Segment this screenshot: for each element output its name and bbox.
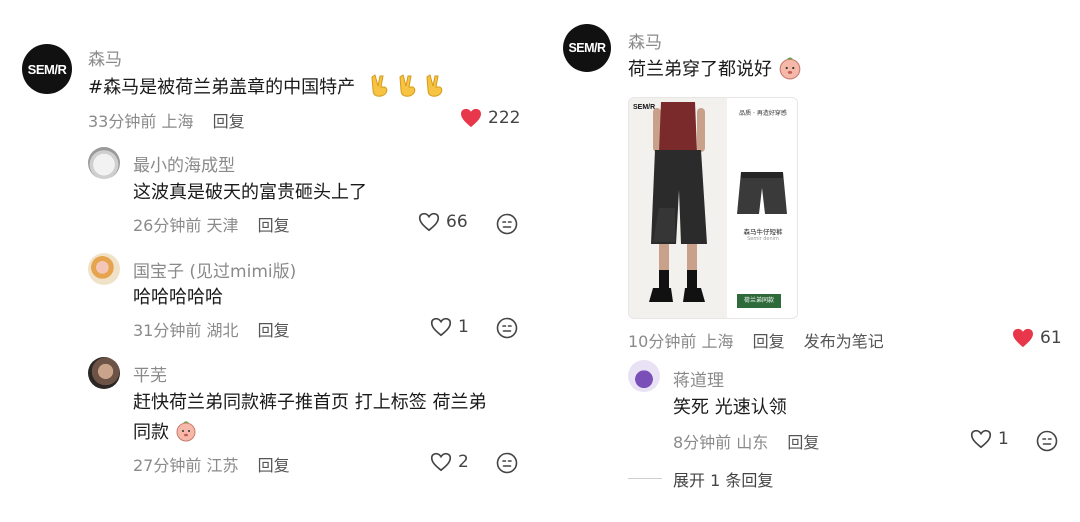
comment-author[interactable]: 森马: [628, 28, 662, 53]
reply-button[interactable]: 回复: [258, 216, 290, 235]
heart-outline-icon: [430, 452, 452, 472]
reply-time: 26分钟前: [133, 216, 202, 235]
reply-author[interactable]: 最小的海成型: [133, 151, 235, 176]
reply-location: 山东: [736, 433, 769, 452]
like-count: 61: [1040, 328, 1062, 348]
reply-meta: 8分钟前 山东 回复: [673, 429, 819, 453]
product-tag-button[interactable]: 荷兰弟同款: [737, 294, 781, 308]
peach-emoji-icon: [778, 57, 802, 80]
reply-button[interactable]: 回复: [753, 332, 785, 351]
reply-author[interactable]: 国宝子 (见过mimi版): [133, 257, 296, 282]
avatar[interactable]: [628, 360, 660, 392]
reply-author[interactable]: 蒋道理: [673, 366, 724, 391]
like-count: 1: [998, 429, 1009, 449]
like-button[interactable]: 1: [970, 429, 1009, 449]
avatar[interactable]: [88, 253, 120, 285]
comment-text-content: 荷兰弟穿了都说好: [628, 59, 772, 80]
comment-text-content: #森马是被荷兰弟盖章的中国特产: [88, 77, 356, 98]
product-subtitle: Semir denim: [747, 236, 779, 242]
reply-time: 31分钟前: [133, 321, 202, 340]
avatar[interactable]: SEM/R: [563, 24, 611, 72]
reply-button[interactable]: 回复: [258, 456, 290, 475]
reply-text: 这波真是破天的富贵砸头上了: [133, 182, 367, 203]
peach-emoji-icon: [175, 421, 197, 443]
product-info-panel: 品质 · 再造好穿感 森马牛仔短裤 Semir denim 荷兰弟同款: [727, 98, 797, 318]
comment-location: 上海: [161, 112, 194, 131]
product-card[interactable]: SEM/R 品质 · 再造好穿感 森马牛仔短裤 Semir denim 荷兰弟同…: [628, 97, 798, 319]
reply-text: 赶快荷兰弟同款裤子推首页 打上标签 荷兰弟: [133, 392, 487, 413]
emoji-face-icon[interactable]: [496, 317, 518, 339]
like-button[interactable]: 66: [418, 212, 468, 232]
comment-time: 33分钟前: [88, 112, 157, 131]
like-count: 66: [446, 212, 468, 232]
reply-meta: 31分钟前 湖北 回复: [133, 317, 290, 341]
reply-meta: 27分钟前 江苏 回复: [133, 452, 290, 476]
reply-text: 哈哈哈哈哈: [133, 287, 223, 308]
product-header: 品质 · 再造好穿感: [739, 110, 787, 117]
like-button[interactable]: 1: [430, 317, 469, 337]
avatar[interactable]: SEM/R: [22, 44, 72, 94]
emoji-face-icon[interactable]: [496, 452, 518, 474]
like-count: 1: [458, 317, 469, 337]
reply-time: 27分钟前: [133, 456, 202, 475]
like-count: 2: [458, 452, 469, 472]
heart-outline-icon: [430, 317, 452, 337]
product-name: 森马牛仔短裤: [743, 228, 783, 236]
like-button[interactable]: 222: [460, 108, 520, 128]
product-model-photo: SEM/R: [629, 98, 727, 318]
reply-button[interactable]: 回复: [213, 112, 245, 131]
publish-note-button[interactable]: 发布为笔记: [804, 332, 884, 351]
comment-text: #森马是被荷兰弟盖章的中国特产: [88, 73, 446, 103]
reply-location: 江苏: [206, 456, 239, 475]
victory-hand-icon: [369, 74, 397, 98]
comment-text: 荷兰弟穿了都说好: [628, 55, 802, 85]
expand-divider: [628, 478, 662, 479]
comment-location: 上海: [701, 332, 734, 351]
like-count: 222: [488, 108, 521, 128]
like-button[interactable]: 2: [430, 452, 469, 472]
reply-text-line: 同款: [133, 422, 169, 443]
reply-time: 8分钟前: [673, 433, 732, 452]
comment-meta: 10分钟前 上海 回复 发布为笔记: [628, 328, 884, 352]
heart-filled-icon: [461, 108, 481, 128]
heart-outline-icon: [418, 212, 440, 232]
heart-filled-icon: [1013, 328, 1033, 348]
reply-meta: 26分钟前 天津 回复: [133, 212, 290, 236]
avatar[interactable]: [88, 357, 120, 389]
reply-button[interactable]: 回复: [258, 321, 290, 340]
victory-hand-icon: [397, 74, 425, 98]
reply-location: 天津: [206, 216, 239, 235]
like-button[interactable]: 61: [1012, 328, 1062, 348]
expand-replies-button[interactable]: 展开 1 条回复: [673, 467, 773, 491]
reply-author[interactable]: 平芜: [133, 361, 167, 386]
comment-author[interactable]: 森马: [88, 45, 122, 70]
avatar[interactable]: [88, 147, 120, 179]
emoji-face-icon[interactable]: [496, 213, 518, 235]
reply-button[interactable]: 回复: [787, 433, 819, 452]
reply-text: 同款: [133, 418, 197, 448]
heart-outline-icon: [970, 429, 992, 449]
reply-text: 笑死 光速认领: [673, 397, 787, 418]
emoji-face-icon[interactable]: [1036, 430, 1058, 452]
product-shorts-image: [737, 172, 787, 214]
victory-hand-icon: [424, 74, 446, 98]
comment-time: 10分钟前: [628, 332, 697, 351]
reply-location: 湖北: [206, 321, 239, 340]
comment-meta: 33分钟前 上海 回复: [88, 108, 245, 132]
